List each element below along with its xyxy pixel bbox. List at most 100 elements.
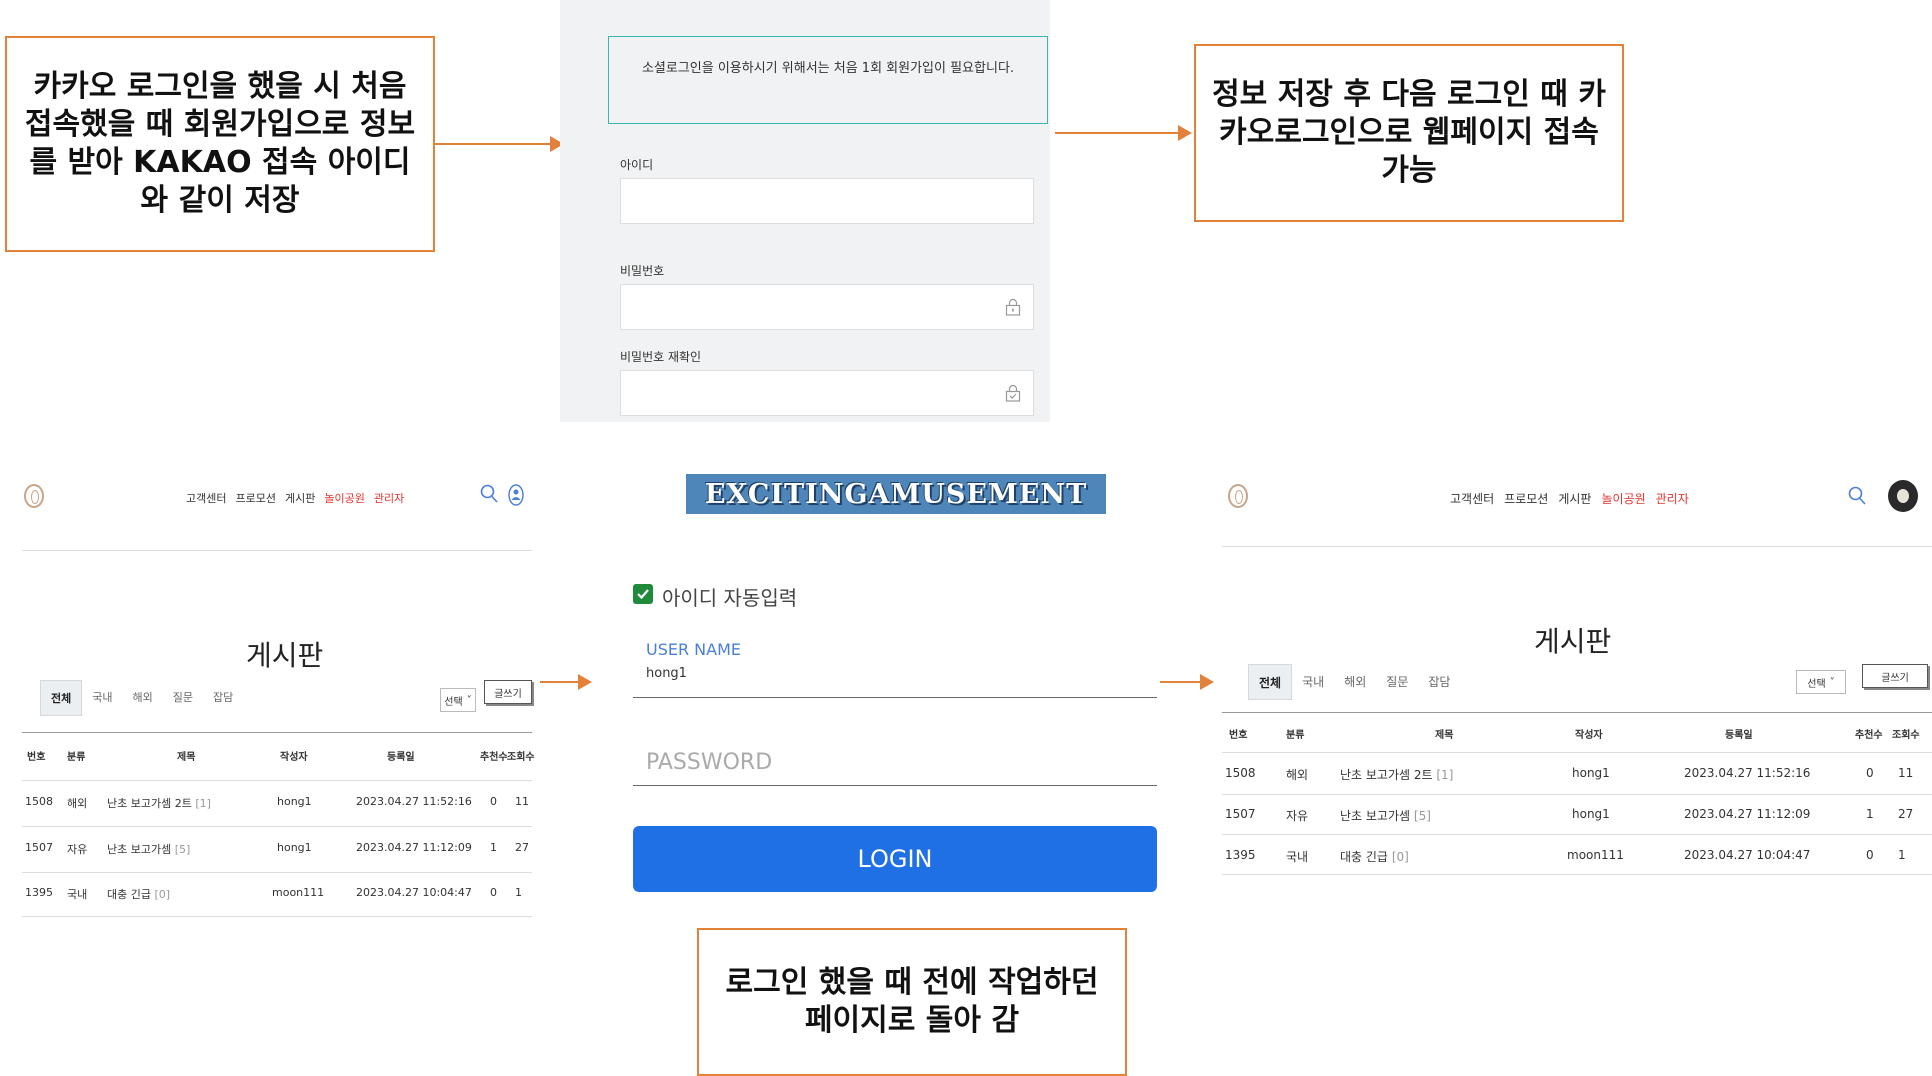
row-recommend: 0 (490, 886, 497, 899)
row-divider (1222, 874, 1932, 875)
row-date: 2023.04.27 10:04:47 (1684, 848, 1811, 862)
table-row[interactable]: 1507 자유 난초 보고가셈 [5] hong1 2023.04.27 11:… (22, 841, 532, 859)
row-recommend: 0 (1866, 848, 1874, 862)
username-input[interactable]: hong1 (633, 660, 1157, 698)
id-field[interactable] (620, 178, 1034, 224)
tab-overseas[interactable]: 해외 (123, 680, 163, 716)
table-row[interactable]: 1508 해외 난초 보고가셈 2트 [1] hong1 2023.04.27 … (22, 795, 532, 813)
row-divider (22, 916, 532, 917)
row-title-text: 난초 보고가셈 2트 (1340, 768, 1433, 782)
write-button-label: 글쓰기 (1881, 672, 1909, 684)
row-recommend: 1 (490, 841, 497, 854)
header-divider-left (22, 550, 532, 551)
col-number: 번호 (27, 752, 46, 763)
header-divider-right (1222, 546, 1932, 547)
row-author: hong1 (277, 795, 312, 808)
signup-panel: 소셜로그인을 이용하시기 위해서는 처음 1회 회원가입이 필요합니다. 아이디… (560, 0, 1050, 422)
tab-chat[interactable]: 잡담 (1418, 664, 1460, 700)
board-title-right: 게시판 (1534, 625, 1612, 658)
table-row[interactable]: 1395 국내 대충 긴급 [0] moon111 2023.04.27 10:… (1222, 848, 1932, 866)
row-title[interactable]: 난초 보고가셈 2트 [1] (107, 795, 211, 811)
auto-id-label[interactable]: 아이디 자동입력 (662, 582, 797, 611)
check-icon (637, 589, 649, 600)
nav-item-admin[interactable]: 관리자 (1656, 490, 1689, 507)
callout-kakao-first-login: 카카오 로그인을 했을 시 처음 접속했을 때 회원가입으로 정보를 받아 KA… (5, 36, 435, 252)
tab-all[interactable]: 전체 (1248, 664, 1293, 700)
row-comment-count: [1] (195, 797, 211, 810)
nav-item-board[interactable]: 게시판 (1558, 490, 1591, 507)
category-select-label: 선택 (1807, 678, 1826, 690)
nav-item-board[interactable]: 게시판 (285, 490, 315, 506)
row-category: 국내 (1286, 850, 1309, 864)
nav-item-amusement-park[interactable]: 놀이공원 (1601, 490, 1645, 507)
nav-item-admin[interactable]: 관리자 (374, 490, 404, 506)
password-field[interactable] (620, 284, 1034, 330)
row-views: 11 (1898, 766, 1914, 780)
auto-id-checkbox[interactable] (633, 584, 653, 604)
row-divider (22, 780, 532, 781)
nav-item-support[interactable]: 고객센터 (1450, 490, 1494, 507)
row-title[interactable]: 난초 보고가셈 [5] (1340, 807, 1431, 824)
row-category: 국내 (67, 888, 88, 901)
site-logo-icon[interactable] (1228, 484, 1248, 508)
category-select[interactable]: 선택 ˅ (440, 688, 476, 712)
user-icon[interactable] (508, 484, 524, 506)
tab-overseas[interactable]: 해외 (1334, 664, 1376, 700)
site-logo-icon[interactable] (24, 484, 44, 508)
row-author: moon111 (1567, 848, 1624, 862)
nav-item-promotion[interactable]: 프로모션 (1504, 490, 1548, 507)
col-recommend: 추천수 (480, 752, 508, 763)
nav-item-promotion[interactable]: 프로모션 (235, 490, 275, 506)
row-title[interactable]: 대충 긴급 [0] (107, 886, 170, 902)
row-views: 1 (515, 886, 522, 899)
row-divider (1222, 794, 1932, 795)
col-category: 분류 (67, 752, 86, 763)
row-comment-count: [0] (1391, 850, 1409, 864)
table-row[interactable]: 1507 자유 난초 보고가셈 [5] hong1 2023.04.27 11:… (1222, 807, 1932, 825)
callout-next-login-text: 정보 저장 후 다음 로그인 때 카카오로그인으로 웹페이지 접속가능 (1212, 77, 1606, 188)
table-row[interactable]: 1395 국내 대충 긴급 [0] moon111 2023.04.27 10:… (22, 886, 532, 904)
arrow-signup-to-right (1055, 132, 1180, 134)
tab-domestic[interactable]: 국내 (82, 680, 122, 716)
callout-return-page-text: 로그인 했을 때 전에 작업하던 페이지로 돌아 감 (725, 965, 1099, 1038)
row-title[interactable]: 난초 보고가셈 2트 [1] (1340, 766, 1453, 783)
nav-item-support[interactable]: 고객센터 (186, 490, 226, 506)
row-author: hong1 (1572, 766, 1610, 780)
nav-item-amusement-park[interactable]: 놀이공원 (324, 490, 364, 506)
signup-notice: 소셜로그인을 이용하시기 위해서는 처음 1회 회원가입이 필요합니다. (608, 36, 1048, 124)
row-category: 자유 (67, 843, 88, 856)
row-divider (1222, 752, 1932, 753)
password-input[interactable]: PASSWORD (633, 744, 1157, 786)
callout-return-page: 로그인 했을 때 전에 작업하던 페이지로 돌아 감 (697, 928, 1127, 1076)
tab-chat[interactable]: 잡담 (203, 680, 243, 716)
table-header-right: 번호 분류 제목 작성자 등록일 추천수 조회수 (1222, 726, 1932, 742)
arrow-login-to-board (1160, 681, 1202, 683)
row-views: 11 (515, 795, 529, 808)
login-button-label: LOGIN (857, 845, 933, 873)
password-confirm-field[interactable] (620, 370, 1034, 416)
search-icon[interactable] (1848, 486, 1866, 506)
tab-question[interactable]: 질문 (163, 680, 203, 716)
login-button[interactable]: LOGIN (633, 826, 1157, 892)
write-button[interactable]: 글쓰기 (484, 680, 532, 704)
row-date: 2023.04.27 10:04:47 (356, 886, 472, 899)
table-header-left: 번호 분류 제목 작성자 등록일 추천수 조회수 (22, 748, 535, 764)
write-button[interactable]: 글쓰기 (1862, 664, 1928, 688)
search-icon[interactable] (480, 484, 498, 504)
row-title[interactable]: 난초 보고가셈 [5] (107, 841, 190, 857)
category-select[interactable]: 선택 ˅ (1796, 670, 1846, 694)
tab-question[interactable]: 질문 (1376, 664, 1418, 700)
tab-all[interactable]: 전체 (40, 680, 83, 716)
table-row[interactable]: 1508 해외 난초 보고가셈 2트 [1] hong1 2023.04.27 … (1222, 766, 1932, 784)
category-select-label: 선택 (444, 696, 463, 708)
site-logo-text: EXCITINGAMUSEMENT (704, 478, 1088, 510)
chevron-down-icon: ˅ (1829, 676, 1835, 688)
row-title-text: 난초 보고가셈 (1340, 809, 1411, 823)
row-title[interactable]: 대충 긴급 [0] (1340, 848, 1409, 865)
row-comment-count: [0] (154, 888, 171, 901)
callout-next-login: 정보 저장 후 다음 로그인 때 카카오로그인으로 웹페이지 접속가능 (1194, 44, 1624, 222)
table-top-line-left (22, 732, 532, 733)
avatar[interactable] (1888, 480, 1918, 512)
tab-domestic[interactable]: 국내 (1292, 664, 1334, 700)
password-label: 비밀번호 (620, 264, 665, 278)
